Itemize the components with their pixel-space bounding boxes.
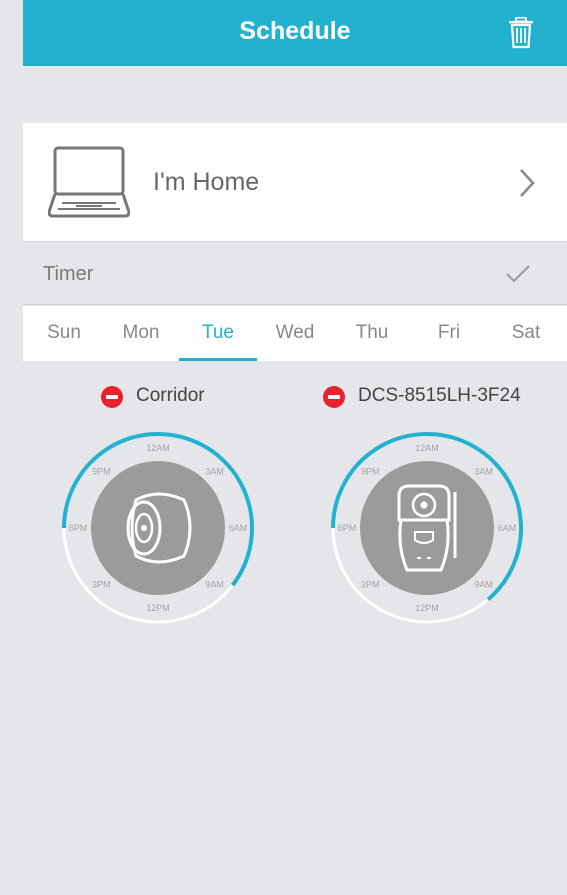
timer-row: Timer — [23, 242, 567, 305]
app-header: Schedule — [23, 0, 567, 66]
device-name: DCS-8515LH-3F24 — [358, 385, 521, 406]
hour-label: 6PM — [69, 523, 88, 533]
schedule-screen: Schedule I'm Home Timer Sun Mon Tue Wed … — [23, 0, 567, 895]
profile-row[interactable]: I'm Home — [23, 123, 567, 242]
spacer-band — [23, 66, 567, 123]
day-tab-tue[interactable]: Tue — [188, 322, 248, 344]
hour-label: 12PM — [415, 603, 439, 613]
dial-face — [91, 461, 225, 595]
hour-label: 12AM — [146, 443, 170, 453]
hour-label: 6PM — [338, 523, 357, 533]
hour-label: 3PM — [92, 580, 111, 590]
hour-label: 9PM — [92, 466, 111, 476]
schedule-dial[interactable]: 12AM 3AM 6AM 9AM 12PM 3PM 6PM 9PM — [60, 430, 256, 626]
hour-label: 3PM — [361, 580, 380, 590]
day-tab-sun[interactable]: Sun — [34, 322, 94, 344]
page-title: Schedule — [239, 17, 351, 45]
checkmark-icon[interactable] — [505, 264, 531, 284]
hour-label: 3AM — [474, 466, 493, 476]
day-tabs: Sun Mon Tue Wed Thu Fri Sat — [23, 306, 567, 361]
remove-device-button[interactable] — [101, 386, 123, 408]
trash-icon[interactable] — [506, 17, 536, 49]
remove-device-button[interactable] — [323, 386, 345, 408]
profile-label: I'm Home — [153, 168, 260, 196]
hour-label: 9PM — [361, 466, 380, 476]
hour-label: 9AM — [205, 580, 224, 590]
chevron-right-icon — [520, 169, 535, 197]
dial-face — [360, 461, 494, 595]
day-tab-sat[interactable]: Sat — [496, 322, 556, 344]
device-name: Corridor — [136, 385, 205, 406]
hour-label: 6AM — [498, 523, 517, 533]
hour-label: 9AM — [474, 580, 493, 590]
day-tab-thu[interactable]: Thu — [342, 322, 402, 344]
hour-label: 6AM — [229, 523, 248, 533]
timer-label: Timer — [43, 263, 94, 285]
day-tab-wed[interactable]: Wed — [265, 322, 325, 344]
hour-label: 12AM — [415, 443, 439, 453]
laptop-icon — [48, 146, 130, 218]
day-tab-mon[interactable]: Mon — [111, 322, 171, 344]
selected-day-indicator — [179, 358, 257, 361]
hour-label: 3AM — [205, 466, 224, 476]
day-tab-fri[interactable]: Fri — [419, 322, 479, 344]
schedule-dial[interactable]: 12AM 3AM 6AM 9AM 12PM 3PM 6PM 9PM — [329, 430, 525, 626]
hour-label: 12PM — [146, 603, 170, 613]
